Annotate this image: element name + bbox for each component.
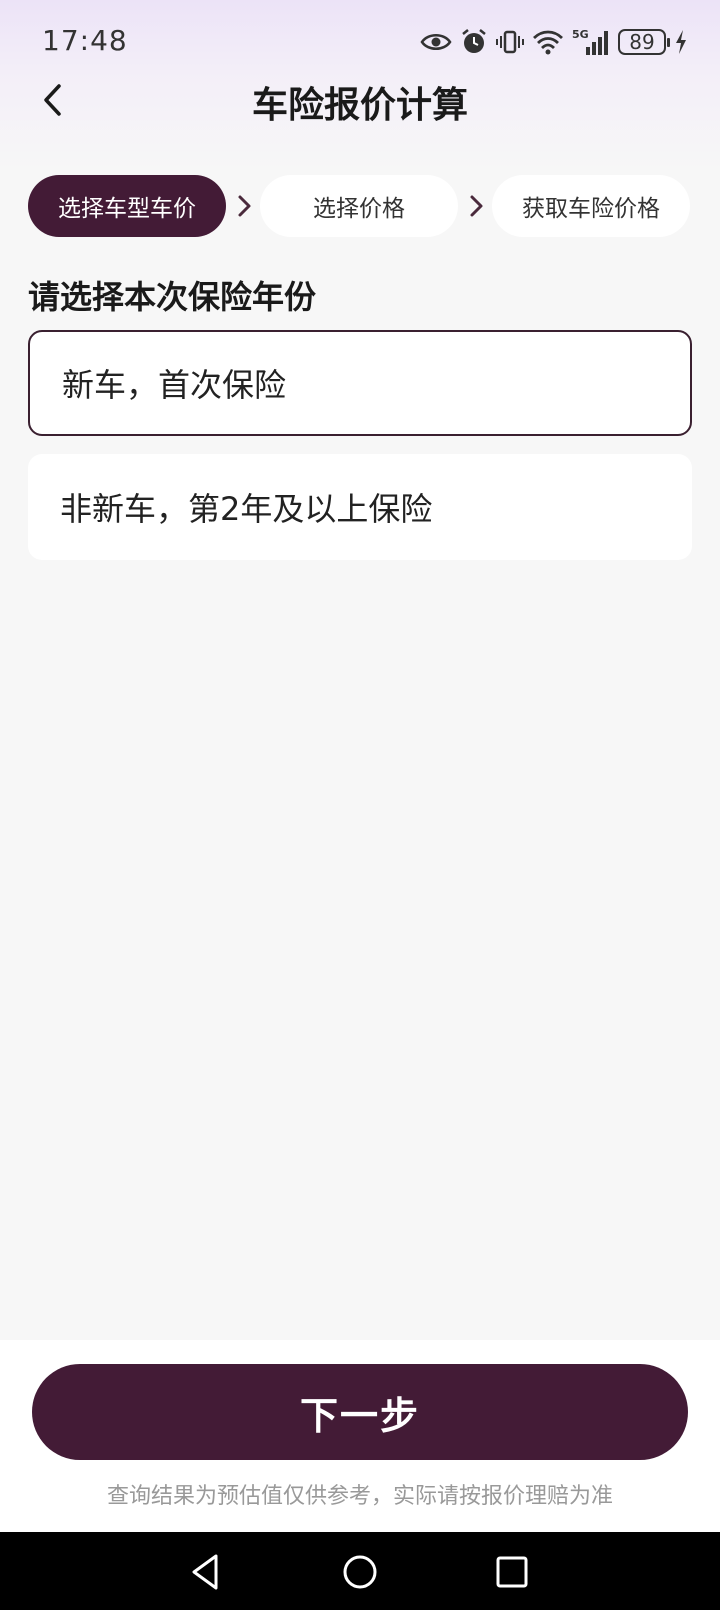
chevron-right-icon [238,195,251,217]
option-used-car[interactable]: 非新车，第2年及以上保险 [28,454,692,560]
status-time: 17:48 [42,24,128,57]
option-new-car[interactable]: 新车，首次保险 [28,330,692,436]
step-select-model-price[interactable]: 选择车型车价 [28,175,226,237]
system-nav-bar [0,1532,720,1610]
eye-icon [420,34,452,50]
alarm-icon [462,29,486,53]
battery-icon: 89 [618,29,670,55]
charging-icon [676,30,686,54]
nav-bar: 车险报价计算 [0,70,720,130]
option-label: 非新车，第2年及以上保险 [60,490,433,528]
vibrate-icon [496,30,524,54]
bottom-panel: 下一步 查询结果为预估值仅供参考，实际请按报价理赔为准 [0,1340,720,1532]
battery-level: 89 [629,30,655,54]
step-get-insurance-price[interactable]: 获取车险价格 [492,175,690,237]
nav-back-icon[interactable] [184,1550,228,1594]
chevron-right-icon [470,195,483,217]
step-indicator: 选择车型车价 选择价格 获取车险价格 [28,175,692,237]
status-icons: 5G 89 [420,24,688,60]
step-select-price[interactable]: 选择价格 [260,175,458,237]
nav-recents-icon[interactable] [490,1550,534,1594]
disclaimer-text: 查询结果为预估值仅供参考，实际请按报价理赔为准 [106,1484,613,1509]
signal-icon: 5G [572,28,608,55]
network-label: 5G [572,28,589,41]
option-label: 新车，首次保险 [62,366,287,404]
nav-home-icon[interactable] [338,1550,382,1594]
page-title: 车险报价计算 [251,85,468,126]
wifi-icon [533,30,563,55]
next-step-button[interactable]: 下一步 [32,1364,688,1460]
section-title: 请选择本次保险年份 [28,278,317,316]
